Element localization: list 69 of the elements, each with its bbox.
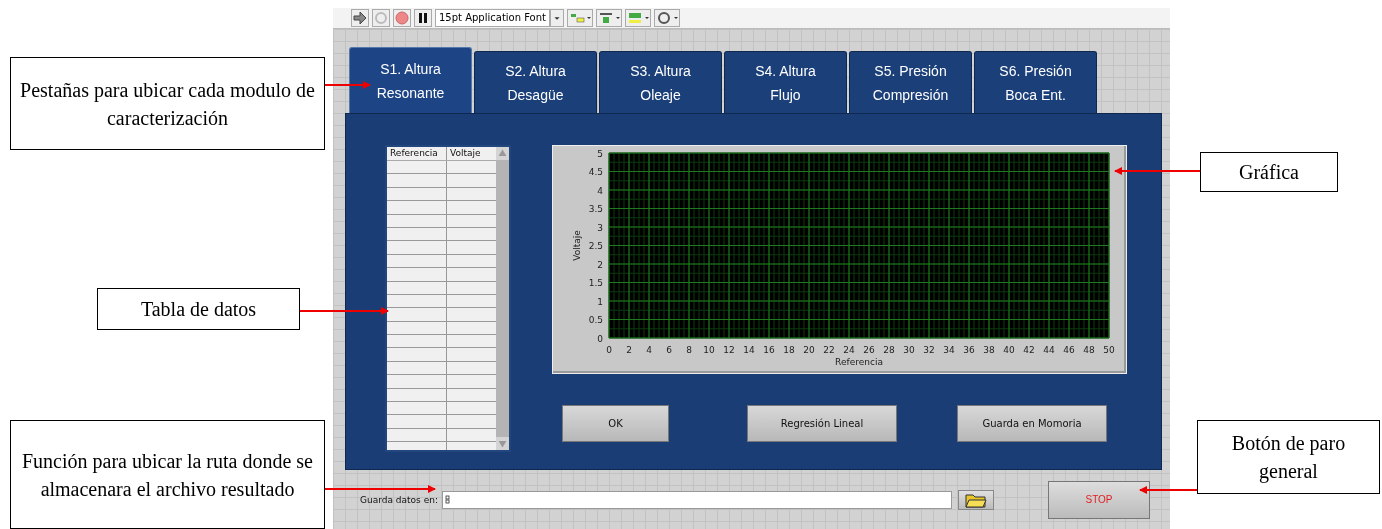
action-button[interactable]: Regresión Lineal	[747, 405, 897, 442]
scroll-up-icon[interactable]	[496, 147, 509, 160]
y-tick-label: 1	[597, 296, 603, 307]
x-tick-label: 42	[1023, 345, 1035, 355]
x-tick-label: 38	[983, 345, 995, 355]
x-tick-label: 26	[863, 345, 875, 355]
font-dropdown[interactable]: 15pt Application Font	[435, 9, 550, 27]
callout-label: Tabla de datos	[97, 288, 300, 330]
path-icon	[445, 494, 451, 505]
tab[interactable]: S4. Altura Flujo	[724, 51, 847, 113]
x-tick-label: 34	[943, 345, 955, 355]
tab[interactable]: S5. Presión Compresión	[849, 51, 972, 113]
folder-icon	[965, 491, 987, 508]
x-tick-label: 44	[1043, 345, 1055, 355]
browse-button[interactable]	[958, 489, 994, 510]
x-tick-label: 14	[743, 345, 755, 355]
y-tick-label: 4.5	[588, 167, 603, 177]
x-tick-label: 24	[843, 345, 855, 355]
x-tick-label: 8	[686, 345, 692, 355]
x-tick-label: 4	[646, 345, 652, 355]
y-tick-label: 1.5	[588, 278, 603, 288]
x-tick-label: 48	[1083, 345, 1095, 355]
scroll-down-icon[interactable]	[496, 437, 509, 450]
x-tick-label: 28	[883, 345, 895, 355]
x-tick-label: 12	[723, 345, 735, 355]
y-tick-label: 4	[597, 185, 603, 196]
callout-label: Pestañas para ubicar cada modulo de caracterización	[10, 57, 325, 150]
callout-label: Botón de paro general	[1197, 420, 1380, 494]
column-header[interactable]: Referencia	[387, 147, 447, 160]
tab[interactable]: S6. Presión Boca Ent.	[974, 51, 1097, 113]
x-axis-title: Referencia	[835, 357, 883, 367]
y-tick-label: 3	[597, 222, 603, 233]
scrollbar[interactable]	[496, 147, 509, 450]
x-tick-label: 6	[666, 345, 672, 355]
x-tick-label: 0	[606, 345, 612, 355]
y-tick-label: 3.5	[588, 204, 603, 214]
callout-label: Función para ubicar la ruta donde se almacenara el archivo resultado	[10, 420, 325, 529]
distribute-icon[interactable]	[596, 9, 622, 27]
path-field[interactable]	[442, 490, 952, 509]
y-tick-label: 2.5	[588, 241, 603, 251]
callout-label: Gráfica	[1200, 152, 1338, 192]
x-tick-label: 18	[783, 345, 795, 355]
tab[interactable]: S1. Altura Resonante	[349, 47, 472, 113]
x-tick-label: 46	[1063, 345, 1075, 355]
y-tick-label: 5	[597, 148, 603, 159]
x-tick-label: 50	[1103, 345, 1115, 355]
tab[interactable]: S2. Altura Desagüe	[474, 51, 597, 113]
x-tick-label: 16	[763, 345, 775, 355]
action-button[interactable]: Guarda en Momoria	[957, 405, 1107, 442]
y-tick-label: 0.5	[588, 315, 603, 325]
x-tick-label: 2	[626, 345, 632, 355]
x-tick-label: 22	[823, 345, 835, 355]
x-tick-label: 40	[1003, 345, 1015, 355]
x-tick-label: 30	[903, 345, 915, 355]
column-header[interactable]: Voltaje	[447, 147, 481, 160]
tab[interactable]: S3. Altura Oleaje	[599, 51, 722, 113]
y-axis-title: Voltaje	[572, 230, 582, 261]
x-tick-label: 36	[963, 345, 975, 355]
y-tick-label: 0	[597, 333, 603, 344]
x-tick-label: 32	[923, 345, 935, 355]
x-tick-label: 10	[703, 345, 715, 355]
run-arrow-icon[interactable]	[351, 9, 369, 27]
action-button[interactable]: OK	[562, 405, 669, 442]
callout-arrow	[1139, 486, 1198, 494]
path-label: Guarda datos en:	[360, 494, 439, 505]
pause-icon[interactable]	[414, 9, 432, 27]
y-tick-label: 2	[597, 259, 603, 270]
x-tick-label: 20	[803, 345, 815, 355]
callout-arrow	[324, 81, 371, 89]
